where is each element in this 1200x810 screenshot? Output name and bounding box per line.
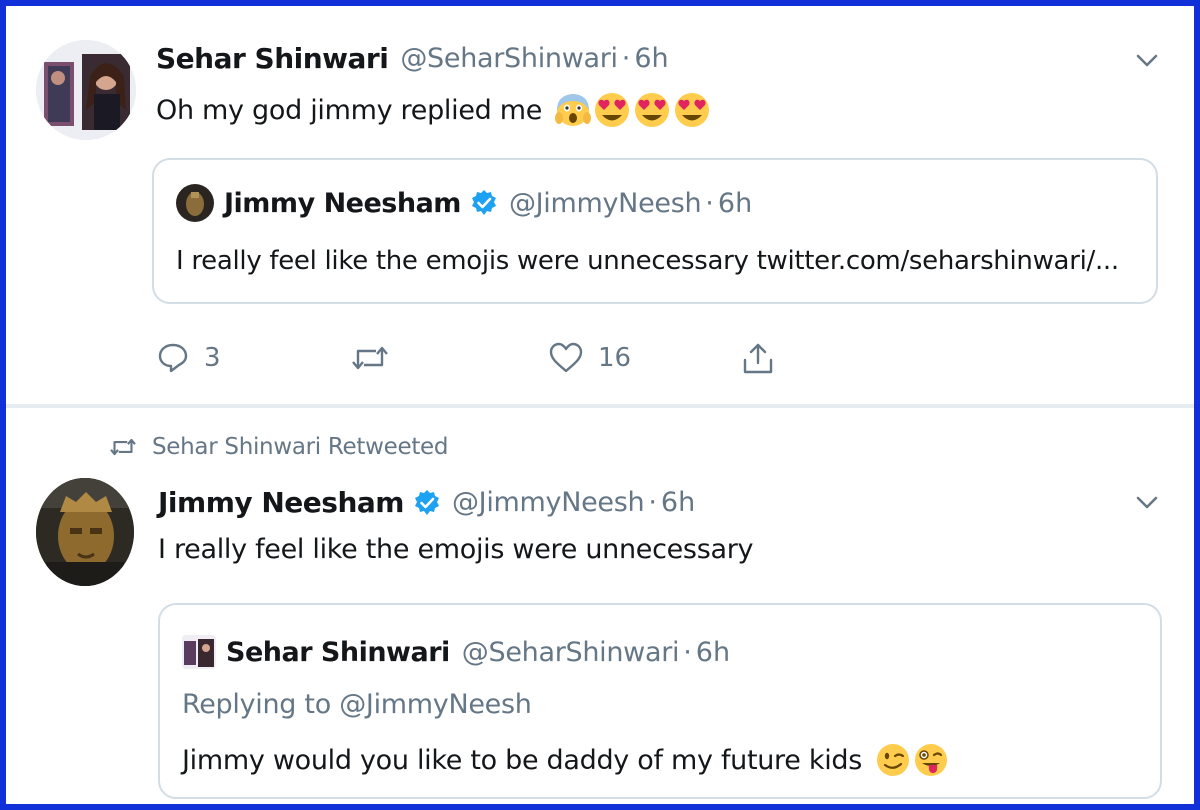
- separator: ·: [683, 636, 692, 668]
- verified-badge-icon: [414, 489, 439, 515]
- quoted-tweet[interactable]: Jimmy Neesham @JimmyNeesh · 6h I really …: [152, 158, 1158, 304]
- timestamp[interactable]: 6h: [696, 637, 730, 668]
- verified-badge-icon: [471, 190, 496, 215]
- author-handle[interactable]: @SeharShinwari: [400, 43, 618, 74]
- avatar[interactable]: [36, 478, 134, 586]
- tweet-header: Sehar Shinwari @SeharShinwari · 6h: [156, 42, 669, 75]
- author-name[interactable]: Sehar Shinwari: [156, 42, 389, 75]
- separator: ·: [648, 487, 657, 518]
- share-button[interactable]: [740, 341, 776, 377]
- tweet-divider: [6, 404, 1194, 408]
- quoted-tweet-header: Sehar Shinwari @SeharShinwari · 6h: [182, 635, 730, 669]
- quoted-tweet-header: Jimmy Neesham @JimmyNeesh · 6h: [176, 184, 752, 222]
- tongue-wink-emoji-icon: [915, 744, 948, 776]
- heart-eyes-emoji-icon: [675, 93, 710, 127]
- quoted-tweet[interactable]: Sehar Shinwari @SeharShinwari · 6h Reply…: [158, 603, 1162, 799]
- timestamp[interactable]: 6h: [634, 43, 668, 74]
- chevron-down-icon[interactable]: [1132, 488, 1162, 518]
- replying-to-label[interactable]: Replying to @JimmyNeesh: [182, 689, 532, 720]
- tweet-header: Jimmy Neesham @JimmyNeesh · 6h: [158, 486, 695, 519]
- reply-icon: [158, 343, 188, 373]
- retweeted-by-label[interactable]: Sehar Shinwari Retweeted: [152, 434, 449, 460]
- share-icon: [743, 343, 773, 374]
- avatar[interactable]: [36, 40, 136, 140]
- retweet-button[interactable]: [350, 341, 404, 375]
- timestamp[interactable]: 6h: [718, 188, 752, 219]
- wink-emoji-icon: [877, 744, 910, 776]
- author-handle[interactable]: @JimmyNeesh: [452, 487, 645, 518]
- tweet-text: I really feel like the emojis were unnec…: [158, 534, 754, 565]
- like-count: 16: [598, 343, 632, 373]
- heart-eyes-emoji-icon: [635, 93, 670, 127]
- retweet-icon: [352, 346, 388, 370]
- retweet-context: Sehar Shinwari Retweeted: [108, 434, 449, 460]
- quoted-author-handle[interactable]: @JimmyNeesh: [509, 188, 702, 219]
- tweet-text: Oh my god jimmy replied me: [156, 94, 543, 126]
- quoted-author-name[interactable]: Sehar Shinwari: [226, 637, 450, 668]
- quoted-tweet-text: Jimmy would you like to be daddy of my f…: [182, 744, 863, 776]
- screenshot-frame: Sehar Shinwari @SeharShinwari · 6h Oh my…: [6, 6, 1194, 804]
- scream-emoji-icon: [555, 94, 592, 126]
- quoted-author-name[interactable]: Jimmy Neesham: [224, 188, 461, 219]
- reply-count: 3: [204, 343, 221, 373]
- heart-icon: [549, 342, 583, 373]
- chevron-down-icon[interactable]: [1132, 46, 1162, 76]
- quoted-tweet-text: I really feel like the emojis were unnec…: [176, 246, 1119, 276]
- avatar: [182, 635, 216, 669]
- retweet-icon: [110, 438, 136, 456]
- like-button[interactable]: 16: [548, 341, 631, 375]
- tweet-text-row: Oh my god jimmy replied me: [156, 90, 712, 130]
- tweet[interactable]: Sehar Shinwari @SeharShinwari · 6h Oh my…: [6, 6, 1194, 404]
- separator: ·: [621, 43, 631, 74]
- quoted-tweet-text-row: Jimmy would you like to be daddy of my f…: [182, 741, 950, 779]
- author-name[interactable]: Jimmy Neesham: [158, 486, 404, 519]
- quoted-author-handle[interactable]: @SeharShinwari: [462, 637, 680, 668]
- timestamp[interactable]: 6h: [661, 487, 695, 518]
- tweet-actions: 3 16: [156, 341, 856, 387]
- reply-button[interactable]: 3: [156, 341, 221, 375]
- separator: ·: [705, 187, 714, 219]
- heart-eyes-emoji-icon: [595, 93, 630, 127]
- avatar: [176, 184, 214, 222]
